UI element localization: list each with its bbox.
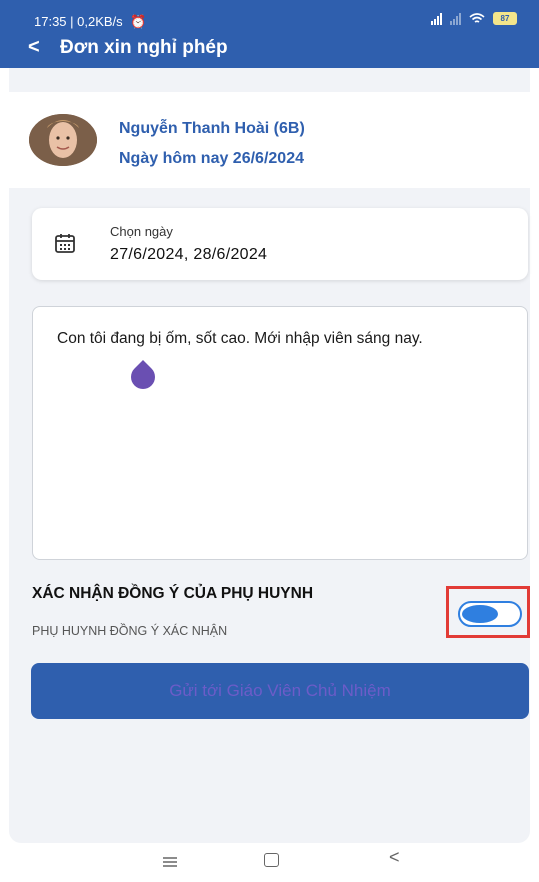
student-profile: Nguyễn Thanh Hoài (6B) Ngày hôm nay 26/6… bbox=[9, 92, 530, 188]
page-title: Đơn xin nghỉ phép bbox=[60, 37, 228, 58]
date-picker[interactable]: Chọn ngày 27/6/2024, 28/6/2024 bbox=[32, 208, 528, 280]
avatar bbox=[29, 114, 97, 166]
toggle-knob bbox=[462, 605, 498, 623]
signal-icon bbox=[450, 12, 461, 25]
text-cursor-handle[interactable] bbox=[126, 360, 160, 394]
menu-icon[interactable] bbox=[162, 856, 178, 868]
back-arrow-icon[interactable]: < bbox=[28, 36, 40, 59]
status-time: 17:35 | 0,2KB/s ⏰ bbox=[34, 14, 147, 29]
consent-toggle[interactable] bbox=[458, 601, 522, 627]
status-icons: 87 bbox=[431, 12, 517, 25]
signal-icon bbox=[431, 12, 442, 25]
calendar-icon bbox=[55, 234, 75, 253]
consent-subtitle: PHỤ HUYNH ĐỒNG Ý XÁC NHẬN bbox=[32, 624, 228, 638]
submit-button[interactable]: Gửi tới Giáo Viên Chủ Nhiệm bbox=[31, 663, 529, 719]
form-page: Nguyễn Thanh Hoài (6B) Ngày hôm nay 26/6… bbox=[9, 68, 530, 843]
back-icon[interactable]: < bbox=[389, 847, 400, 868]
consent-toggle-highlight bbox=[446, 586, 530, 638]
date-picker-label: Chọn ngày bbox=[110, 224, 173, 239]
home-icon[interactable] bbox=[264, 853, 279, 867]
wifi-icon bbox=[469, 12, 485, 23]
reason-textarea[interactable]: Con tôi đang bị ốm, sốt cao. Mới nhập vi… bbox=[32, 306, 528, 560]
system-navbar: < bbox=[0, 843, 539, 882]
consent-title: XÁC NHẬN ĐỒNG Ý CỦA PHỤ HUYNH bbox=[32, 585, 314, 602]
reason-text: Con tôi đang bị ốm, sốt cao. Mới nhập vi… bbox=[57, 330, 423, 347]
today-date: Ngày hôm nay 26/6/2024 bbox=[119, 150, 304, 167]
app-header: 17:35 | 0,2KB/s ⏰ 87 < Đơn xin nghỉ phép bbox=[0, 0, 539, 68]
alarm-icon: ⏰ bbox=[130, 14, 147, 29]
student-name: Nguyễn Thanh Hoài (6B) bbox=[119, 120, 305, 137]
battery-icon: 87 bbox=[493, 12, 517, 25]
date-picker-value: 27/6/2024, 28/6/2024 bbox=[110, 246, 268, 263]
